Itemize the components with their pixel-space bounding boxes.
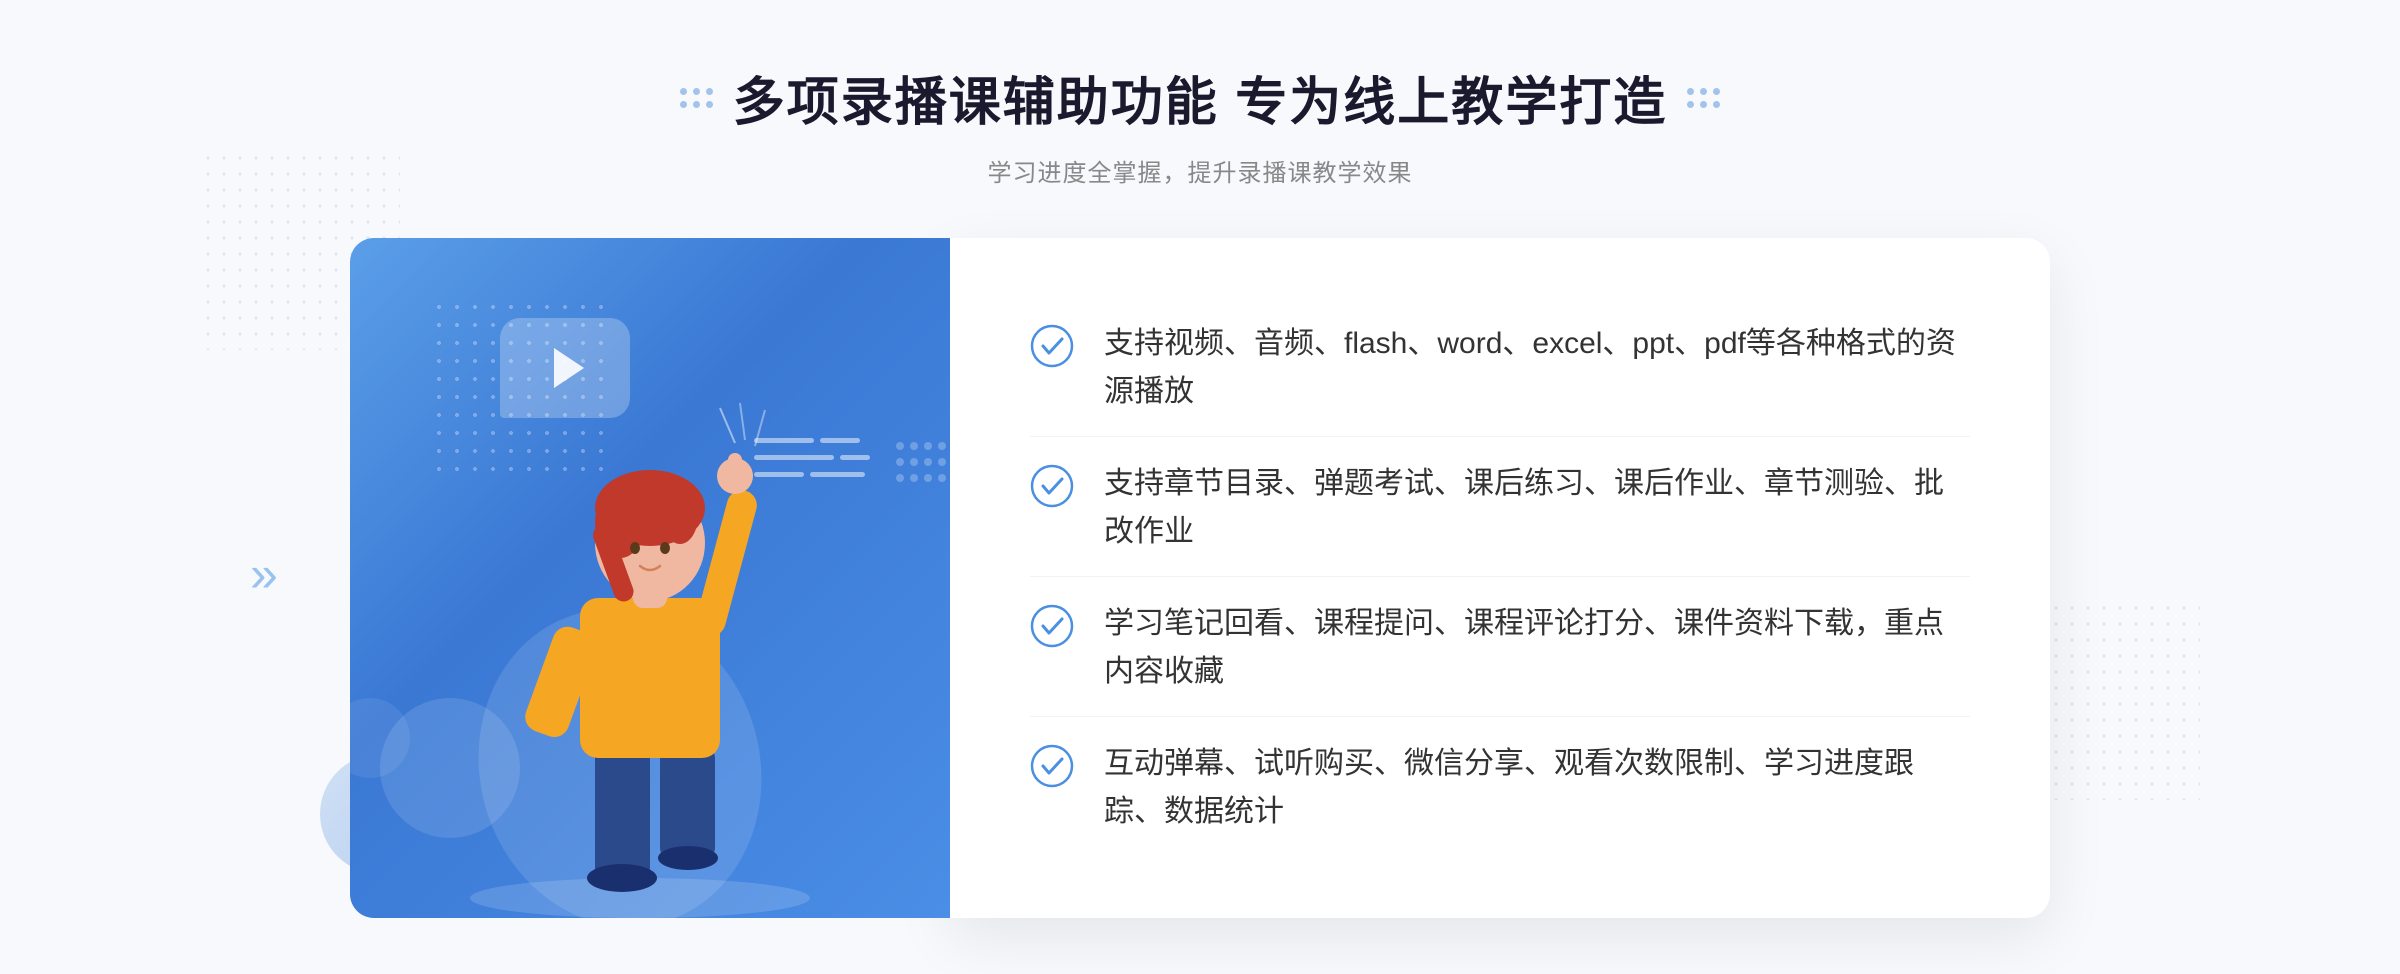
- dot: [1700, 88, 1707, 95]
- illustration-card: [350, 238, 950, 918]
- main-title: 多项录播课辅助功能 专为线上教学打造: [733, 60, 1667, 135]
- feature-item-2: 支持章节目录、弹题考试、课后练习、课后作业、章节测验、批改作业: [1030, 440, 1970, 577]
- page-container: 多项录播课辅助功能 专为线上教学打造 学习进度全掌握，提升录播课教学效果 »: [0, 0, 2400, 974]
- stripe-cell: [938, 474, 946, 482]
- dot: [706, 88, 713, 95]
- dot: [1687, 88, 1694, 95]
- dot: [1713, 88, 1720, 95]
- dot: [706, 101, 713, 108]
- check-icon-3: [1030, 604, 1074, 648]
- dot: [1713, 101, 1720, 108]
- dot: [1687, 101, 1694, 108]
- feature-text-1: 支持视频、音频、flash、word、excel、ppt、pdf等各种格式的资源…: [1104, 320, 1970, 416]
- check-icon-1: [1030, 324, 1074, 368]
- sub-title: 学习进度全掌握，提升录播课教学效果: [680, 153, 1720, 188]
- feature-text-2: 支持章节目录、弹题考试、课后练习、课后作业、章节测验、批改作业: [1104, 460, 1970, 556]
- check-icon-4: [1030, 744, 1074, 788]
- stripe-cell: [910, 474, 918, 482]
- title-row: 多项录播课辅助功能 专为线上教学打造: [680, 60, 1720, 135]
- stripe-cell: [910, 458, 918, 466]
- feature-item-3: 学习笔记回看、课程提问、课程评论打分、课件资料下载，重点内容收藏: [1030, 580, 1970, 717]
- dot: [693, 88, 700, 95]
- stripe-cell: [924, 442, 932, 450]
- features-panel: 支持视频、音频、flash、word、excel、ppt、pdf等各种格式的资源…: [950, 238, 2050, 918]
- stripe-cell: [924, 458, 932, 466]
- dot: [680, 101, 687, 108]
- stripe-cell: [896, 442, 904, 450]
- feature-text-3: 学习笔记回看、课程提问、课程评论打分、课件资料下载，重点内容收藏: [1104, 600, 1970, 696]
- page-header: 多项录播课辅助功能 专为线上教学打造 学习进度全掌握，提升录播课教学效果: [680, 60, 1720, 188]
- dot: [693, 101, 700, 108]
- feature-item-1: 支持视频、音频、flash、word、excel、ppt、pdf等各种格式的资源…: [1030, 300, 1970, 437]
- stripe-cell: [938, 458, 946, 466]
- right-title-dots: [1687, 88, 1720, 108]
- dot: [1700, 101, 1707, 108]
- main-content: 支持视频、音频、flash、word、excel、ppt、pdf等各种格式的资源…: [350, 238, 2050, 918]
- stripe-cell: [938, 442, 946, 450]
- stripe-cell: [924, 474, 932, 482]
- check-icon-2: [1030, 464, 1074, 508]
- outer-arrow-left-icon: »: [250, 545, 278, 603]
- dot: [680, 88, 687, 95]
- figure-illustration: [440, 368, 860, 918]
- feature-item-4: 互动弹幕、试听购买、微信分享、观看次数限制、学习进度跟踪、数据统计: [1030, 720, 1970, 856]
- stripe-cell: [896, 474, 904, 482]
- stripe-decoration: [896, 442, 950, 482]
- feature-text-4: 互动弹幕、试听购买、微信分享、观看次数限制、学习进度跟踪、数据统计: [1104, 740, 1970, 836]
- stripe-cell: [910, 442, 918, 450]
- stripe-cell: [896, 458, 904, 466]
- left-title-dots: [680, 88, 713, 108]
